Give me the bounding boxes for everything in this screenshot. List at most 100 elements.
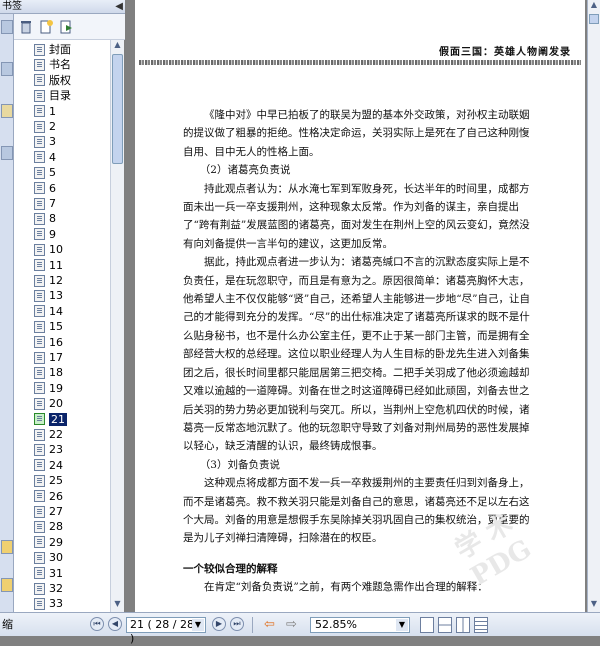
- left-tool-strip: [0, 0, 14, 612]
- delete-bookmark-icon[interactable]: [18, 19, 34, 35]
- first-page-button[interactable]: ⏮: [90, 617, 104, 631]
- bookmark-item[interactable]: 33: [34, 597, 109, 610]
- bookmark-options-icon[interactable]: [58, 19, 74, 35]
- bookmark-item[interactable]: 书名: [34, 58, 109, 71]
- bookmark-item[interactable]: 19: [34, 382, 109, 395]
- bookmark-page-icon: [34, 320, 45, 333]
- bookmark-item[interactable]: 14: [34, 305, 109, 318]
- pdf-page: 假面三国：英雄人物阐发录 《隆中对》中早已拍板了的联吴为盟的基本外交政策，对孙权…: [135, 0, 585, 612]
- continuous-facing-view-icon[interactable]: [474, 617, 488, 633]
- header-rule: [139, 60, 581, 65]
- bookmark-page-icon: [34, 259, 45, 272]
- next-page-button[interactable]: ▶: [212, 617, 226, 631]
- bookmark-item[interactable]: 27: [34, 505, 109, 518]
- bookmark-label: 1: [49, 104, 56, 118]
- facing-view-icon[interactable]: [456, 617, 470, 633]
- bookmark-item[interactable]: 15: [34, 320, 109, 333]
- previous-page-button[interactable]: ◀: [108, 617, 122, 631]
- bookmark-page-icon: [34, 120, 45, 133]
- bookmark-item[interactable]: 29: [34, 536, 109, 549]
- last-page-button[interactable]: ⏭: [230, 617, 244, 631]
- paragraph: （3）刘备负责说: [199, 458, 280, 471]
- paragraph: 持此观点者认为：从水淹七军到军败身死，长达半年的时间里，成都方面未出一兵一卒支援…: [183, 182, 530, 250]
- bookmark-item[interactable]: 12: [34, 274, 109, 287]
- chevron-down-icon[interactable]: ▼: [192, 619, 204, 631]
- bookmark-item[interactable]: 23: [34, 443, 109, 456]
- scroll-up-icon[interactable]: ▲: [588, 0, 600, 13]
- bookmark-item[interactable]: 21: [34, 412, 109, 426]
- scroll-down-icon[interactable]: ▼: [111, 599, 124, 612]
- signatures-panel-icon[interactable]: [1, 578, 13, 592]
- bookmark-item[interactable]: 7: [34, 197, 109, 210]
- bookmark-page-icon: [34, 212, 45, 225]
- bookmark-page-icon: [34, 274, 45, 287]
- single-page-view-icon[interactable]: [420, 617, 434, 633]
- bookmark-item[interactable]: 版权: [34, 74, 109, 87]
- bookmark-page-icon: [34, 443, 45, 456]
- bookmark-label: 封面: [49, 43, 71, 56]
- bookmark-item[interactable]: 目录: [34, 89, 109, 102]
- attachments-panel-icon[interactable]: [1, 146, 13, 160]
- bookmark-item[interactable]: 17: [34, 351, 109, 364]
- bookmark-item[interactable]: 3: [34, 135, 109, 148]
- bookmark-label: 26: [49, 489, 63, 503]
- bookmark-page-icon: [34, 536, 45, 549]
- bookmark-item[interactable]: 25: [34, 474, 109, 487]
- bookmark-page-icon: [34, 182, 45, 195]
- bookmark-item[interactable]: 10: [34, 243, 109, 256]
- back-arrow-icon[interactable]: ⇦: [264, 617, 280, 633]
- bookmark-item[interactable]: 6: [34, 182, 109, 195]
- comments-panel-icon[interactable]: [1, 540, 13, 554]
- bookmark-item[interactable]: 5: [34, 166, 109, 179]
- bookmark-item[interactable]: 11: [34, 259, 109, 272]
- bookmark-label: 30: [49, 551, 63, 565]
- bookmark-item[interactable]: 13: [34, 289, 109, 302]
- bookmark-scroll-thumb[interactable]: [112, 54, 123, 164]
- bookmark-item[interactable]: 8: [34, 212, 109, 225]
- bookmark-item[interactable]: 1: [34, 105, 109, 118]
- continuous-view-icon[interactable]: [438, 617, 452, 633]
- status-bar: 缩 ⏮ ◀ 21 ( 28 / 283 ) ▼ ▶ ⏭ ⇦ ⇨ 52.85% ▼: [0, 612, 600, 645]
- pages-panel-icon[interactable]: [1, 20, 13, 34]
- bookmark-page-icon: [34, 58, 45, 71]
- bookmark-scrollbar[interactable]: ▲ ▼: [110, 40, 124, 612]
- bookmark-item[interactable]: 4: [34, 151, 109, 164]
- bookmark-label: 12: [49, 274, 63, 287]
- bookmark-item[interactable]: 32: [34, 582, 109, 595]
- bookmark-item[interactable]: 26: [34, 490, 109, 503]
- bookmark-item[interactable]: 22: [34, 428, 109, 441]
- bookmark-label: 书名: [49, 58, 71, 72]
- document-scroll-thumb[interactable]: [589, 14, 599, 24]
- bookmark-item[interactable]: 16: [34, 336, 109, 349]
- page-number-value: 21 ( 28 / 283 ): [130, 618, 201, 645]
- bookmark-item[interactable]: 31: [34, 567, 109, 580]
- zoom-field[interactable]: 52.85% ▼: [310, 617, 410, 633]
- bookmark-item[interactable]: 24: [34, 459, 109, 472]
- running-header: 假面三国：英雄人物阐发录: [439, 47, 571, 58]
- bookmark-item[interactable]: 18: [34, 366, 109, 379]
- bookmark-page-icon: [34, 520, 45, 533]
- bookmark-page-icon: [34, 243, 45, 256]
- bookmark-item[interactable]: 封面: [34, 43, 109, 56]
- bookmark-item[interactable]: 20: [34, 397, 109, 410]
- bookmark-item[interactable]: 9: [34, 228, 109, 241]
- forward-arrow-icon[interactable]: ⇨: [286, 617, 302, 633]
- document-view[interactable]: 假面三国：英雄人物阐发录 《隆中对》中早已拍板了的联吴为盟的基本外交政策，对孙权…: [125, 0, 600, 612]
- bookmark-pane-title: 书签: [2, 1, 22, 12]
- bookmark-item[interactable]: 30: [34, 551, 109, 564]
- collapse-pane-icon[interactable]: ◀: [115, 0, 123, 14]
- bookmark-label: 5: [49, 166, 56, 180]
- bookmark-page-icon: [34, 567, 45, 580]
- layers-panel-icon[interactable]: [1, 62, 13, 76]
- notes-panel-icon[interactable]: [1, 104, 13, 118]
- bookmark-item[interactable]: 28: [34, 520, 109, 533]
- scroll-down-icon[interactable]: ▼: [588, 599, 600, 612]
- bookmark-label: 8: [49, 212, 56, 226]
- page-number-field[interactable]: 21 ( 28 / 283 ) ▼: [126, 617, 206, 645]
- bookmark-label: 3: [49, 135, 56, 149]
- chevron-down-icon[interactable]: ▼: [396, 619, 408, 631]
- scroll-up-icon[interactable]: ▲: [111, 40, 124, 53]
- document-scrollbar[interactable]: ▲ ▼: [587, 0, 600, 612]
- new-bookmark-icon[interactable]: [38, 19, 54, 35]
- bookmark-item[interactable]: 2: [34, 120, 109, 133]
